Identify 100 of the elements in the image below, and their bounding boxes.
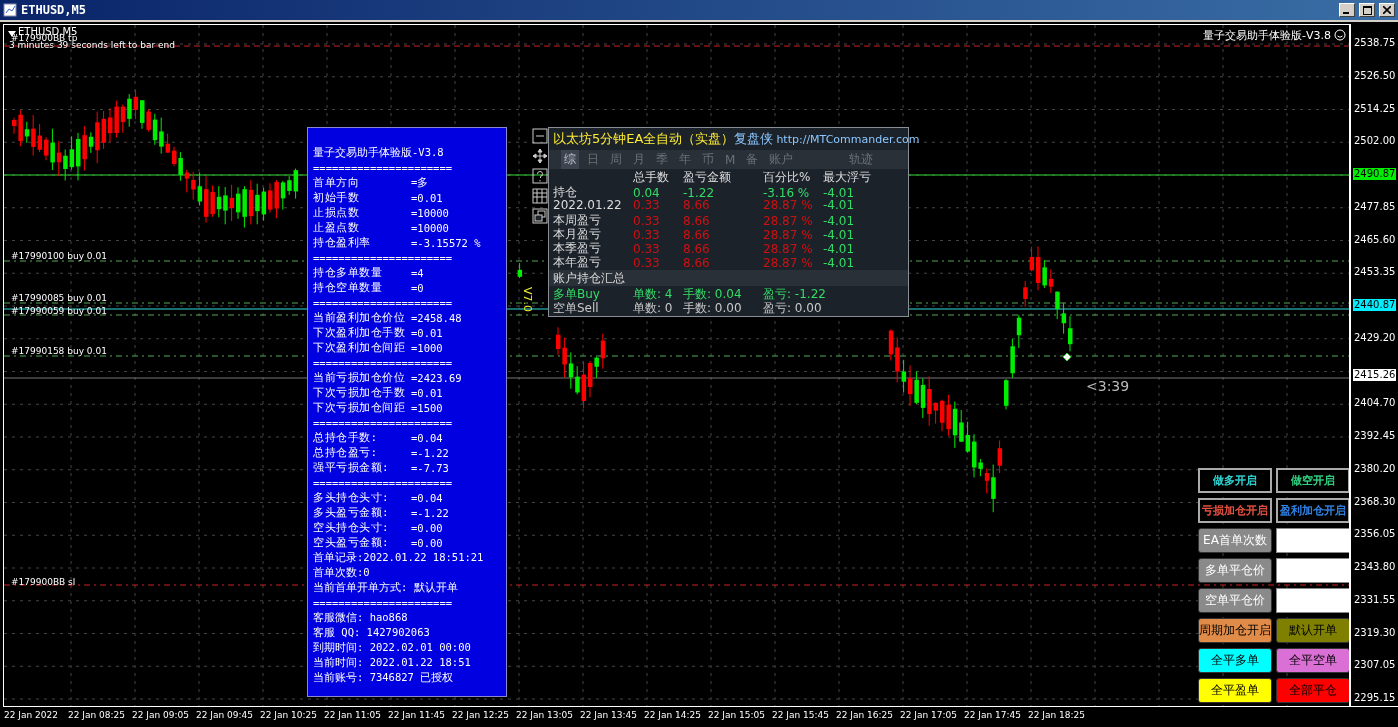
price-label: 2368.30	[1353, 495, 1397, 508]
table-cell-text: 8.66	[683, 198, 711, 212]
stats-tab[interactable]: 月	[630, 150, 648, 169]
info-value: =2458.48	[411, 311, 462, 324]
time-label: 22 Jan 09:45	[196, 710, 253, 720]
table-cell-text: -1.22	[683, 185, 716, 200]
panel-button[interactable]: 做多开启	[1198, 468, 1272, 493]
table-cell-text: -4.01	[823, 227, 856, 242]
info-value: =2423.69	[411, 371, 462, 384]
bar-timer: <3:39	[1086, 378, 1130, 394]
panel-button[interactable]: 盈利加仓开启	[1276, 498, 1349, 523]
separator-text: ======================	[313, 356, 453, 369]
table-cell-text: 0.33	[633, 255, 661, 270]
time-label: 22 Jan 14:25	[644, 710, 701, 720]
stats-tab[interactable]: 日	[584, 150, 602, 169]
stats-tab[interactable]: M	[722, 151, 739, 168]
info-label: 当前盈利加仓价位	[313, 310, 406, 325]
panel-button[interactable]: 全部平仓	[1276, 678, 1349, 703]
table-cell-text: -4.01	[823, 198, 856, 212]
stats-tab[interactable]: 季	[653, 150, 671, 169]
price-label: 2380.20	[1353, 462, 1397, 475]
chart-window-icon	[3, 3, 17, 17]
summary-pnl: 盈亏: 0.00	[763, 300, 823, 317]
row-label: 持仓	[553, 184, 578, 200]
stats-tab[interactable]: 币	[699, 150, 717, 169]
stats-tab[interactable]: 轨迹	[846, 150, 877, 169]
help-icon[interactable]	[532, 168, 548, 184]
table-cell-text: 0.33	[633, 241, 661, 256]
panel-button[interactable]: 周期加仓开启	[1198, 618, 1272, 643]
input-field[interactable]	[1276, 528, 1349, 553]
panel-button[interactable]: 默认开单	[1276, 618, 1349, 643]
grid-icon[interactable]	[532, 188, 548, 204]
row-label: 本周盈亏	[553, 212, 602, 228]
order-label: #17990059 buy 0.01	[11, 306, 107, 316]
time-label: 22 Jan 08:25	[68, 710, 125, 720]
strategy-title: 以太坊5分钟EA全自动（实盘）	[553, 130, 735, 148]
panel-title: 量子交易助手体验版-V3.8	[313, 145, 444, 160]
info-text: 首单次数:0	[313, 565, 370, 580]
price-label: 2343.80	[1353, 561, 1397, 573]
info-label: 总持仓手数:	[313, 430, 379, 445]
order-label: #179900BB sl	[11, 577, 76, 587]
stats-tab[interactable]: 年	[676, 150, 694, 169]
info-value: =10000	[411, 221, 449, 234]
row-label: 本季盈亏	[553, 240, 602, 256]
price-label: 2319.30	[1353, 626, 1397, 639]
info-value: =4	[411, 266, 424, 279]
order-label: #17990158 buy 0.01	[11, 346, 107, 356]
table-cell-text: -4.01	[823, 185, 856, 200]
panel-button[interactable]: 全平盈单	[1198, 678, 1272, 703]
table-cell-text: 8.66	[683, 227, 711, 242]
summary-label: 多单Buy	[553, 286, 601, 302]
panel-button[interactable]: 全平多单	[1198, 648, 1272, 673]
smiley-icon	[1334, 29, 1346, 41]
column-header: 最大浮亏	[823, 169, 872, 186]
info-value: =0.00	[411, 521, 443, 534]
stats-tab[interactable]: 综	[561, 150, 579, 169]
panel-button[interactable]: 全平空单	[1276, 648, 1349, 673]
field-label: EA首单次数	[1198, 528, 1272, 553]
panel-button[interactable]: 亏损加仓开启	[1198, 498, 1272, 523]
table-cell-text: 28.87 %	[763, 255, 814, 270]
info-value: =-1.22	[411, 446, 449, 459]
time-label: 22 Jan 16:25	[836, 710, 893, 720]
website-link[interactable]: http://MTCommander.com	[776, 132, 920, 146]
info-value: =1000	[411, 341, 443, 354]
time-label: 22 Jan 10:25	[260, 710, 317, 720]
order-label: #17990085 buy 0.01	[11, 293, 107, 303]
minimize-icon[interactable]	[532, 128, 548, 144]
input-field[interactable]	[1276, 558, 1349, 583]
info-label: 首单方向	[313, 175, 360, 190]
input-field[interactable]	[1276, 588, 1349, 613]
info-value: =1500	[411, 401, 443, 414]
panel-button[interactable]: 做空开启	[1276, 468, 1349, 493]
summary-lots: 手数: 0.04	[683, 286, 743, 302]
info-label: 空头持仓头寸:	[313, 520, 391, 535]
info-text: 到期时间: 2022.02.01 00:00	[313, 640, 471, 655]
minimize-button[interactable]	[1339, 3, 1355, 17]
stats-tab[interactable]: 备	[743, 150, 762, 169]
info-text: 客服微信: hao868	[313, 610, 408, 625]
stats-tab[interactable]: 周	[607, 150, 625, 169]
move-icon[interactable]	[532, 148, 548, 164]
time-label: 22 Jan 17:45	[964, 710, 1021, 720]
separator-text: ======================	[313, 476, 453, 489]
info-label: 空头盈亏金额:	[313, 535, 391, 550]
table-cell-text: 8.66	[683, 241, 711, 256]
summary-count: 单数: 4	[633, 286, 674, 302]
price-label: 2440.87	[1353, 299, 1397, 311]
table-cell-text: -4.01	[823, 255, 856, 270]
stats-tab[interactable]: 账户	[766, 150, 797, 169]
price-label: 2477.85	[1353, 200, 1397, 213]
maximize-button[interactable]	[1359, 3, 1375, 17]
table-cell-text: 28.87 %	[763, 198, 814, 212]
column-header: 百分比%	[763, 169, 812, 186]
info-label: 当前亏损加仓价位	[313, 370, 406, 385]
info-label: 下次亏损加仓手数	[313, 385, 406, 400]
close-button[interactable]	[1379, 3, 1395, 17]
info-text: 当前时间: 2022.01.22 18:51	[313, 655, 471, 670]
restore-icon[interactable]	[532, 208, 548, 224]
time-label: 22 Jan 13:45	[580, 710, 637, 720]
info-value: =0	[411, 281, 424, 294]
time-label: 22 Jan 18:25	[1028, 710, 1085, 720]
